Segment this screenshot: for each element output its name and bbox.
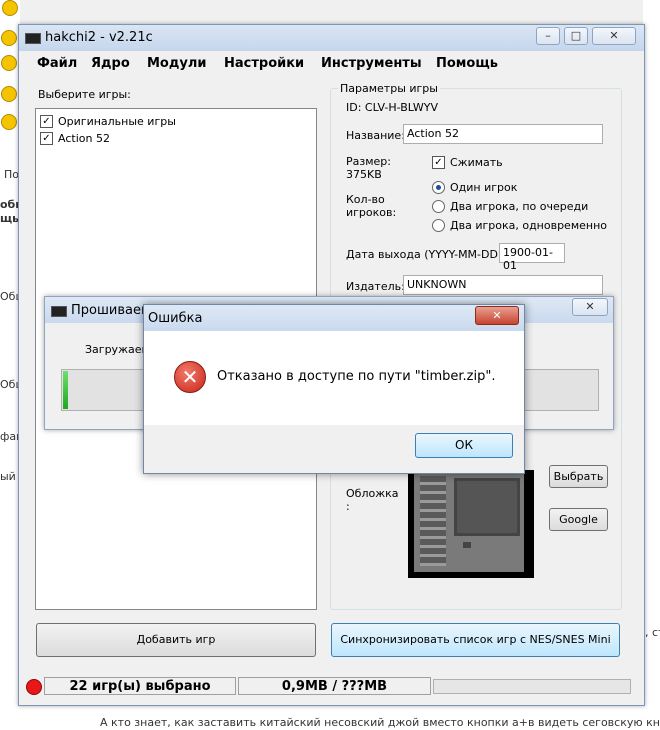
menu-core[interactable]: Ядро [91,56,130,71]
radio-label: Один игрок [450,181,518,194]
smiley-icon [1,30,17,46]
release-date-label: Дата выхода (YYYY-MM-DD): [346,248,506,261]
sync-games-button[interactable]: Синхронизировать список игр с NES/SNES M… [331,623,620,657]
smiley-icon [1,114,17,130]
size-label: Размер: [346,155,391,168]
games-list-label: Выберите игры: [38,88,131,101]
app-icon [51,306,67,317]
name-field[interactable]: Action 52 [403,124,603,144]
menu-modules[interactable]: Модули [147,56,206,71]
menu-settings[interactable]: Настройки [224,56,304,71]
cover-image [408,470,534,578]
checkbox-original-games[interactable]: ✓ [40,115,53,128]
radio-label: Два игрока, по очереди [450,200,589,213]
compress-checkbox[interactable]: ✓ [432,156,445,169]
progress-title: Прошиваем [71,303,151,318]
error-title: Ошибка [148,311,203,326]
minimize-button[interactable]: – [536,27,560,45]
window-title: hakchi2 - v2.21c [45,30,153,45]
smiley-icon [1,55,17,71]
storage-progress-bar [433,679,631,694]
background-fragment: , ст [645,626,660,639]
app-icon [25,33,41,44]
background-post-text: А кто знает, как заставить китайский нес… [100,716,660,729]
background-fragment: фай [0,430,18,443]
menu-tools[interactable]: Инструменты [321,56,422,71]
publisher-label: Издатель: [346,280,405,293]
browse-cover-button[interactable]: Выбрать [549,465,608,488]
publisher-field[interactable]: UNKNOWN [403,275,603,295]
error-close-button[interactable]: ✕ [475,306,519,325]
title-bar: hakchi2 - v2.21c – □ ✕ [19,25,644,51]
game-id: ID: CLV-H-BLWYV [346,101,439,114]
error-title-bar: Ошибка ✕ [144,305,524,331]
background-fragment: щь п [0,212,18,225]
close-button[interactable]: ✕ [592,27,636,45]
list-item-label: Action 52 [58,132,110,145]
background-page-left [0,0,20,730]
radio-label: Два игрока, одновременно [450,219,608,232]
add-games-button[interactable]: Добавить игр [36,623,316,657]
progress-fill [63,371,68,409]
list-item-label: Оригинальные игры [58,115,176,128]
smiley-icon [2,0,18,16]
error-icon: ✕ [174,361,206,393]
progress-message: Загружаем [85,343,150,356]
error-message: Отказано в доступе по пути "timber.zip". [217,369,496,384]
game-params-label: Параметры игры [338,82,440,95]
players-label: Кол-во игроков: [346,193,397,219]
status-bar: 22 игр(ы) выбрано 0,9MB / ???MB [19,675,644,699]
radio-two-simultaneous[interactable] [432,219,445,232]
background-fragment: Общ [0,378,18,391]
menu-file[interactable]: Файл [37,56,77,71]
checkbox-action52[interactable]: ✓ [40,132,53,145]
menu-help[interactable]: Помощь [436,56,498,71]
storage-usage: 0,9MB / ???MB [238,677,431,695]
name-label: Название: [346,129,405,142]
error-dialog: Ошибка ✕ ✕ Отказано в доступе по пути "t… [143,304,525,474]
size-value: 375KB [346,168,382,181]
selected-count: 22 игр(ы) выбрано [44,677,236,695]
status-indicator-icon [26,679,42,695]
menu-bar: Файл Ядро Модули Настройки Инструменты П… [19,52,644,74]
maximize-button[interactable]: □ [564,27,588,45]
radio-one-player[interactable] [432,181,445,194]
background-fragment: Общ [0,290,18,303]
compress-label: Сжимать [450,156,503,169]
radio-two-alternate[interactable] [432,200,445,213]
release-date-field[interactable]: 1900-01-01 [499,243,565,272]
background-page-right [643,0,660,730]
smiley-icon [1,86,17,102]
progress-close-button[interactable]: ✕ [572,298,608,316]
background-fragment: обы [0,198,18,211]
error-body: ✕ Отказано в доступе по пути "timber.zip… [144,331,524,425]
background-fragment: По [4,168,18,181]
background-fragment: ый [0,470,16,483]
google-cover-button[interactable]: Google [549,508,608,531]
cover-label: Обложка : [346,487,399,513]
ok-button[interactable]: ОК [415,433,513,458]
